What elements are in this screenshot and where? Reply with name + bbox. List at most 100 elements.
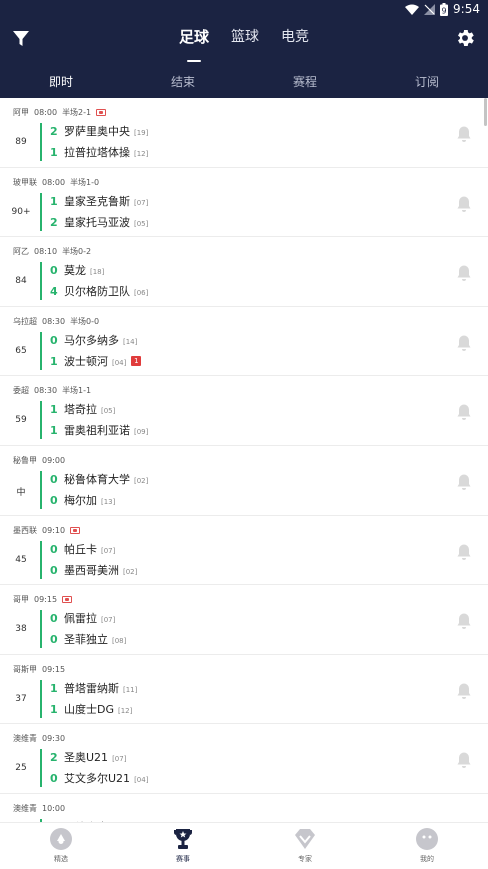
home-team-name: 罗萨里奥中央	[64, 125, 130, 138]
svg-text:9: 9	[442, 6, 447, 15]
bell-icon[interactable]	[456, 682, 472, 700]
league-name: 乌拉超	[13, 316, 37, 326]
bell-icon[interactable]	[456, 403, 472, 421]
tabbar-matches[interactable]: 赛事	[122, 823, 244, 869]
away-team-rank: [09]	[134, 428, 149, 437]
home-score: 0	[50, 333, 58, 347]
tab-live[interactable]: 即时	[0, 66, 122, 98]
match-row[interactable]: 玻甲联 08:00 半场1-0 90+ 1 皇家圣克鲁斯 [07] 2 皇家托马…	[0, 167, 488, 238]
tab-basketball[interactable]: 篮球	[231, 20, 259, 66]
status-icons: 9 9:54	[405, 2, 480, 16]
home-team-row: 0 秘鲁体育大学 [02]	[50, 471, 148, 487]
tab-esports[interactable]: 电竞	[281, 20, 309, 66]
bell-icon[interactable]	[456, 264, 472, 282]
league-name: 哥斯甲	[13, 664, 37, 674]
match-row[interactable]: 澳维青 10:00 贝德奥克U21	[0, 793, 488, 822]
league-name: 澳维青	[13, 803, 37, 813]
status-time: 9:54	[453, 2, 480, 16]
home-team-rank: [19]	[134, 129, 149, 137]
home-team-row: 0 马尔多纳多 [14]	[50, 332, 137, 348]
kickoff-time: 08:00	[34, 108, 58, 117]
match-list[interactable]: 阿甲 08:00 半场2-1 89 2 罗萨里奥中央 [19] 1 拉普拉塔体操…	[0, 98, 488, 822]
battery-icon: 9	[440, 2, 449, 16]
bell-icon[interactable]	[456, 195, 472, 213]
match-row[interactable]: 哥斯甲 09:15 37 1 普塔雷纳斯 [11] 1 山度士DG [12]	[0, 654, 488, 725]
match-header: 澳维青 09:30	[13, 733, 65, 744]
scrollbar[interactable]	[484, 98, 487, 126]
profile-icon	[416, 828, 438, 850]
away-team-name: 雷奥祖利亚诺	[64, 424, 130, 438]
match-row[interactable]: 哥甲 09:15 38 0 佩雷拉 [07] 0 圣菲独立 [08]	[0, 585, 488, 655]
match-minute: 59	[15, 415, 27, 426]
home-team-rank: [02]	[134, 476, 149, 485]
match-row[interactable]: 委超 08:30 半场1-1 59 1 塔奇拉 [05] 1 雷奥祖利亚诺 [0…	[0, 376, 488, 446]
match-row[interactable]: 阿乙 08:10 半场0-2 84 0 莫龙 [18] 4 贝尔格防卫队 [06…	[0, 237, 488, 307]
home-team-row: 1 皇家圣克鲁斯 [07]	[50, 193, 148, 209]
bell-icon[interactable]	[456, 473, 472, 491]
status-filter-tabs: 即时 结束 赛程 订阅	[0, 66, 488, 98]
bell-icon[interactable]	[456, 543, 472, 561]
match-minute: 45	[15, 554, 27, 565]
app-header: 足球 篮球 电竞	[0, 20, 488, 66]
home-team-rank: [07]	[134, 198, 149, 207]
trophy-icon	[173, 829, 193, 849]
match-header: 阿乙 08:10 半场0-2	[13, 246, 91, 257]
away-team-row: 1 雷奥祖利亚诺 [09]	[50, 422, 148, 438]
bell-icon[interactable]	[456, 751, 472, 769]
tab-schedule[interactable]: 赛程	[244, 66, 366, 98]
away-team-rank: [12]	[118, 706, 133, 715]
gear-icon[interactable]	[454, 27, 476, 49]
kickoff-time: 08:00	[42, 177, 66, 187]
match-row[interactable]: 澳维青 09:30 25 2 圣奥U21 [07] 0 艾文多尔U21 [04]	[0, 724, 488, 794]
featured-icon	[50, 828, 72, 850]
league-name: 秘鲁甲	[13, 455, 37, 465]
half-time-score: 半场2-1	[62, 108, 92, 117]
away-team-row: 0 梅尔加 [13]	[50, 492, 115, 508]
match-row[interactable]: 墨西联 09:10 45 0 帕丘卡 [07] 0 墨西哥美洲 [02]	[0, 515, 488, 586]
tab-finished[interactable]: 结束	[122, 66, 244, 98]
league-name: 委超	[13, 386, 29, 396]
score-divider	[40, 470, 42, 509]
kickoff-time: 09:30	[42, 734, 66, 744]
match-minute: 37	[15, 693, 27, 704]
league-name: 阿乙	[13, 247, 29, 257]
home-team-row: 1 塔奇拉 [05]	[50, 401, 115, 417]
home-score: 2	[50, 125, 58, 138]
match-row[interactable]: 乌拉超 08:30 半场0-0 65 0 马尔多纳多 [14] 1 波士顿河 […	[0, 306, 488, 377]
home-team-name: 帕丘卡	[64, 542, 97, 556]
league-name: 玻甲联	[13, 177, 37, 187]
away-score: 0	[50, 772, 58, 786]
home-team-name: 圣奥U21	[64, 751, 109, 765]
home-team-rank: [07]	[101, 546, 116, 555]
half-time-score: 半场0-0	[70, 316, 100, 326]
away-score: 1	[50, 424, 58, 438]
bell-icon[interactable]	[456, 612, 472, 630]
tabbar-profile[interactable]: 我的	[366, 823, 488, 869]
bell-icon[interactable]	[456, 334, 472, 352]
kickoff-time: 10:00	[42, 803, 66, 813]
home-team-name: 佩雷拉	[64, 612, 97, 626]
bell-icon[interactable]	[456, 125, 472, 143]
sport-tabs: 足球 篮球 电竞	[0, 20, 488, 66]
tabbar-featured[interactable]: 精选	[0, 823, 122, 869]
kickoff-time: 08:10	[34, 247, 58, 257]
tab-football[interactable]: 足球	[179, 20, 209, 66]
home-team-name: 马尔多纳多	[64, 333, 119, 347]
match-header: 澳维青 10:00	[13, 803, 65, 814]
away-team-row: 0 圣菲独立 [08]	[50, 631, 126, 647]
tab-subscribed[interactable]: 订阅	[366, 66, 488, 98]
home-team-name: 塔奇拉	[64, 403, 97, 417]
tabbar-expert[interactable]: 专家	[244, 823, 366, 869]
away-score: 1	[50, 702, 58, 716]
away-team-name: 拉普拉塔体操	[64, 146, 130, 159]
match-header: 阿甲 08:00 半场2-1	[13, 107, 107, 118]
match-row[interactable]: 秘鲁甲 09:00 中 0 秘鲁体育大学 [02] 0 梅尔加 [13]	[0, 445, 488, 516]
match-header: 秘鲁甲 09:00	[13, 455, 65, 466]
wifi-icon	[405, 4, 420, 15]
tabbar-profile-label: 我的	[420, 855, 434, 863]
tabbar-expert-label: 专家	[298, 855, 312, 863]
tabbar-featured-label: 精选	[54, 855, 68, 863]
match-row[interactable]: 阿甲 08:00 半场2-1 89 2 罗萨里奥中央 [19] 1 拉普拉塔体操…	[0, 98, 488, 168]
expert-icon	[295, 829, 315, 849]
match-minute: 38	[15, 624, 27, 635]
